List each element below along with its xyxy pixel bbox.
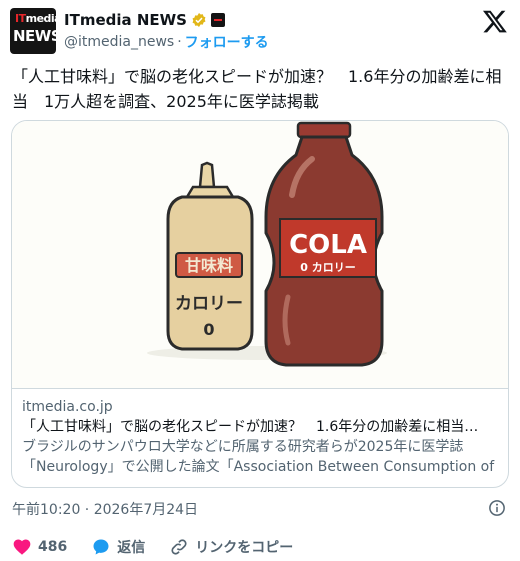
name-row: ITmedia NEWS [64,10,225,30]
sweetener-label-bottom: カロリー [175,294,243,314]
cola-bottle: COLA 0 カロリー [264,121,384,367]
reply-label: 返信 [117,540,146,556]
link-card[interactable]: 甘味料 カロリー 0 COLA 0 カロリー itmedia.co.jp 「人工… [11,120,509,488]
avatar[interactable]: ITmedia NEWS [10,8,56,54]
x-logo-icon[interactable] [482,8,508,34]
card-image[interactable]: 甘味料 カロリー 0 COLA 0 カロリー [12,121,508,389]
timestamp[interactable]: 午前10:20 · 2026年7月24日 [12,502,198,518]
card-description: ブラジルのサンパウロ大学などに所属する研究者らが2025年に医学誌「Neurol… [22,439,495,475]
reply-button[interactable]: 返信 [91,537,145,557]
tweet-header: ITmedia NEWS ITmedia NEWS @itmedia_news … [10,8,510,56]
sweetener-label-top: 甘味料 [185,256,233,275]
card-domain: itmedia.co.jp [22,399,113,415]
bottles-illustration: 甘味料 カロリー 0 COLA 0 カロリー [147,121,387,367]
reply-icon [93,539,109,555]
follow-button[interactable]: フォローする [185,32,269,52]
timestamp-row: 午前10:20 · 2026年7月24日 [12,499,512,519]
avatar-logo-top: ITmedia [15,12,56,25]
like-count: 486 [38,539,68,555]
affiliate-badge-icon [211,13,225,27]
like-button[interactable]: 486 [12,537,67,557]
card-title[interactable]: 「人工甘味料」で脳の老化スピードが加速？ 1.6年分の加齢差に相当… [22,417,500,437]
handle[interactable]: @itmedia_news [64,34,174,50]
heart-icon [13,539,31,555]
tweet-text: 「人工甘味料」で脳の老化スピードが加速？ 1.6年分の加齢差に相当 1万人超を調… [12,67,502,111]
cola-sublabel: 0 カロリー [300,261,355,274]
sweetener-label-zero: 0 [203,320,214,339]
copy-link-button[interactable]: リンクをコピー [169,537,293,557]
link-icon [171,539,187,555]
cola-label: COLA [289,230,367,260]
sweetener-bottle: 甘味料 カロリー 0 [166,161,254,351]
card-meta: itmedia.co.jp 「人工甘味料」で脳の老化スピードが加速？ 1.6年分… [22,397,500,477]
separator: · [177,34,182,50]
avatar-logo-bottom: NEWS [13,27,56,45]
display-name[interactable]: ITmedia NEWS [64,11,187,29]
handle-row: @itmedia_news · フォローする [64,32,269,52]
copy-link-label: リンクをコピー [195,540,294,556]
info-icon[interactable] [488,499,506,517]
verified-badge-icon [192,13,206,27]
action-bar: 486 返信 リンクをコピー [12,536,317,558]
